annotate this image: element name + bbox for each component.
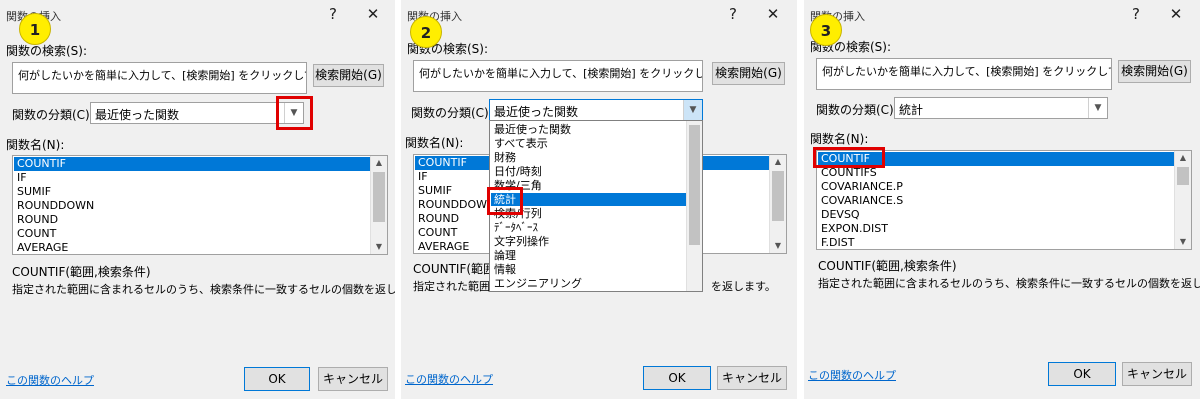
scroll-thumb[interactable]: [373, 172, 385, 222]
scroll-up-icon[interactable]: ▲: [1175, 151, 1191, 165]
list-item[interactable]: COVARIANCE.P: [818, 180, 903, 194]
function-list[interactable]: COUNTIF IF SUMIF ROUNDDOWN ROUND COUNT A…: [12, 155, 388, 255]
function-description-end: を返します。: [711, 280, 776, 293]
dialog-insert-function-step1: 関数の挿入 ? ✕ 関数の検索(S): 何がしたいかを簡単に入力して、[検索開始…: [0, 0, 395, 399]
function-name-label: 関数名(N):: [810, 132, 869, 146]
list-item[interactable]: ROUNDDOWN: [14, 199, 94, 213]
scroll-thumb[interactable]: [1177, 167, 1189, 185]
category-select[interactable]: 最近使った関数 ▼: [90, 102, 304, 124]
scroll-thumb[interactable]: [689, 125, 700, 245]
list-item[interactable]: SUMIF: [14, 185, 51, 199]
dropdown-option[interactable]: 財務: [491, 151, 516, 164]
list-item[interactable]: COVARIANCE.S: [818, 194, 903, 208]
list-item[interactable]: COUNTIFS: [818, 166, 877, 180]
search-start-button[interactable]: 検索開始(G): [1118, 60, 1191, 83]
list-item[interactable]: ROUND: [14, 213, 58, 227]
category-value: 最近使った関数: [95, 108, 180, 122]
countif-highlight-box: [813, 147, 885, 168]
function-help-link[interactable]: この関数のヘルプ: [808, 367, 896, 383]
search-start-button[interactable]: 検索開始(G): [313, 64, 384, 87]
dialog-insert-function-step3: 関数の挿入 ? ✕ 関数の検索(S): 何がしたいかを簡単に入力して、[検索開始…: [804, 0, 1200, 399]
scroll-down-icon[interactable]: ▼: [1175, 235, 1191, 249]
scroll-down-icon[interactable]: ▼: [371, 240, 387, 254]
help-icon[interactable]: ?: [723, 4, 743, 24]
dropdown-option[interactable]: すべて表示: [491, 137, 548, 150]
category-label: 関数の分類(C):: [816, 103, 898, 117]
category-select[interactable]: 統計 ▼: [894, 97, 1108, 119]
cancel-button[interactable]: キャンセル: [318, 367, 388, 391]
category-label: 関数の分類(C):: [12, 108, 94, 122]
close-icon[interactable]: ✕: [363, 4, 383, 24]
dropdown-option[interactable]: 情報: [491, 263, 516, 276]
scroll-thumb[interactable]: [772, 171, 784, 221]
search-start-button[interactable]: 検索開始(G): [712, 62, 785, 85]
list-item[interactable]: SUMIF: [415, 184, 452, 198]
function-description: 指定された範囲: [413, 280, 490, 293]
list-item[interactable]: COUNT: [415, 226, 457, 240]
dropdown-option[interactable]: 日付/時刻: [491, 165, 542, 178]
search-input[interactable]: 何がしたいかを簡単に入力して、[検索開始] をクリックしてください。: [816, 58, 1112, 90]
function-name-label: 関数名(N):: [6, 138, 65, 152]
function-help-link[interactable]: この関数のヘルプ: [405, 371, 493, 387]
scroll-up-icon[interactable]: ▲: [371, 156, 387, 170]
function-description: 指定された範囲に含まれるセルのうち、検索条件に一致するセルの個数を返します。: [12, 283, 395, 296]
list-item[interactable]: ROUND: [415, 212, 459, 226]
function-name-label: 関数名(N):: [405, 136, 464, 150]
close-icon[interactable]: ✕: [1166, 4, 1186, 24]
panel-separator: [797, 0, 804, 399]
category-label: 関数の分類(C):: [411, 106, 493, 120]
function-syntax: COUNTIF(範囲,検索条件): [12, 265, 151, 279]
list-item[interactable]: IF: [415, 170, 428, 184]
list-item[interactable]: F.DIST: [818, 236, 854, 249]
category-value: 統計: [899, 103, 924, 117]
step-badge: 2: [410, 16, 442, 48]
chevron-down-icon[interactable]: ▼: [1088, 98, 1107, 118]
step-badge: 3: [810, 14, 842, 46]
list-item[interactable]: EXPON.DIST: [818, 222, 888, 236]
dropdown-option[interactable]: ﾃﾞｰﾀﾍﾞｰｽ: [491, 221, 538, 234]
function-syntax: COUNTIF(範囲,検索条件): [818, 259, 957, 273]
dropdown-option[interactable]: エンジニアリング: [491, 277, 582, 290]
list-scrollbar[interactable]: ▲ ▼: [370, 156, 387, 254]
list-item[interactable]: AVERAGE: [415, 240, 469, 253]
list-item[interactable]: DEVSQ: [818, 208, 860, 222]
list-scrollbar[interactable]: ▲ ▼: [1174, 151, 1191, 249]
function-description: 指定された範囲に含まれるセルのうち、検索条件に一致するセルの個数を返します。: [818, 277, 1200, 290]
list-item[interactable]: AVERAGE: [14, 241, 68, 254]
ok-button[interactable]: OK: [643, 366, 711, 390]
chevron-down-icon[interactable]: ▼: [683, 100, 702, 120]
dropdown-highlight-box: [276, 96, 313, 130]
dropdown-scrollbar[interactable]: [686, 121, 702, 291]
list-scrollbar[interactable]: ▲ ▼: [769, 155, 786, 253]
help-icon[interactable]: ?: [1126, 4, 1146, 24]
category-select[interactable]: 最近使った関数 ▼: [489, 99, 703, 121]
search-label: 関数の検索(S):: [6, 44, 88, 58]
list-item[interactable]: ROUNDDOW: [415, 198, 487, 212]
search-input[interactable]: 何がしたいかを簡単に入力して、[検索開始] をクリックしてください。: [12, 62, 307, 94]
scroll-down-icon[interactable]: ▼: [770, 239, 786, 253]
list-item[interactable]: COUNTIF: [14, 157, 371, 171]
cancel-button[interactable]: キャンセル: [1122, 362, 1192, 386]
function-syntax: COUNTIF(範囲: [413, 262, 496, 276]
ok-button[interactable]: OK: [1048, 362, 1116, 386]
close-icon[interactable]: ✕: [763, 4, 783, 24]
scroll-up-icon[interactable]: ▲: [770, 155, 786, 169]
list-item[interactable]: COUNT: [14, 227, 56, 241]
dialog-insert-function-step2: 関数の挿入 ? ✕ 関数の検索(S): 何がしたいかを簡単に入力して、[検索開始…: [401, 0, 797, 399]
list-item[interactable]: IF: [14, 171, 27, 185]
cancel-button[interactable]: キャンセル: [717, 366, 787, 390]
help-icon[interactable]: ?: [323, 4, 343, 24]
option-highlight-box: [487, 187, 523, 215]
function-help-link[interactable]: この関数のヘルプ: [6, 372, 94, 388]
dropdown-option[interactable]: 論理: [491, 249, 516, 262]
dropdown-option[interactable]: 文字列操作: [491, 235, 549, 248]
step-badge: 1: [19, 13, 51, 45]
search-input[interactable]: 何がしたいかを簡単に入力して、[検索開始] をクリックしてください。: [413, 60, 703, 92]
dropdown-option[interactable]: 最近使った関数: [491, 123, 571, 136]
category-value: 最近使った関数: [494, 105, 579, 119]
ok-button[interactable]: OK: [244, 367, 310, 391]
